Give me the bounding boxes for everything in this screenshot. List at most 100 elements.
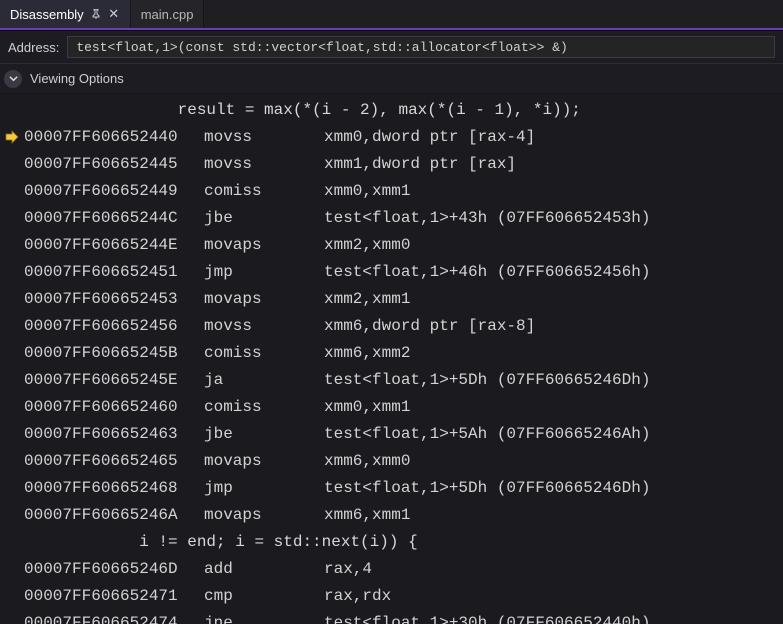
asm-mnemonic: jbe <box>204 209 324 227</box>
asm-address: 00007FF606652453 <box>24 290 204 308</box>
pin-icon[interactable] <box>90 8 102 20</box>
asm-mnemonic: jmp <box>204 263 324 281</box>
asm-mnemonic: jne <box>204 614 324 624</box>
asm-address: 00007FF60665244E <box>24 236 204 254</box>
viewing-options-toggle[interactable]: Viewing Options <box>0 64 783 94</box>
asm-text: 00007FF60665245E ja test<float,1>+5Dh (0… <box>24 371 650 389</box>
asm-address: 00007FF606652465 <box>24 452 204 470</box>
asm-line[interactable]: 00007FF60665244C jbe test<float,1>+43h (… <box>0 204 783 231</box>
asm-text: 00007FF606652465 movaps xmm6,xmm0 <box>24 452 410 470</box>
asm-line[interactable]: 00007FF606652449 comiss xmm0,xmm1 <box>0 177 783 204</box>
asm-text: 00007FF606652456 movss xmm6,dword ptr [r… <box>24 317 535 335</box>
asm-address: 00007FF606652445 <box>24 155 204 173</box>
asm-mnemonic: comiss <box>204 344 324 362</box>
asm-line[interactable]: 00007FF606652445 movss xmm1,dword ptr [r… <box>0 150 783 177</box>
asm-mnemonic: movaps <box>204 452 324 470</box>
asm-operands: xmm6,xmm2 <box>324 344 410 362</box>
asm-line[interactable]: 00007FF60665245B comiss xmm6,xmm2 <box>0 339 783 366</box>
asm-line[interactable]: 00007FF606652465 movaps xmm6,xmm0 <box>0 447 783 474</box>
asm-line[interactable]: 00007FF606652463 jbe test<float,1>+5Ah (… <box>0 420 783 447</box>
tab-strip: Disassembly ✕ main.cpp <box>0 0 783 30</box>
asm-line[interactable]: 00007FF606652474 jne test<float,1>+30h (… <box>0 609 783 624</box>
asm-operands: xmm0,xmm1 <box>324 398 410 416</box>
asm-address: 00007FF60665246D <box>24 560 204 578</box>
asm-address: 00007FF606652440 <box>24 128 204 146</box>
asm-mnemonic: movss <box>204 155 324 173</box>
source-text: i != end; i = std::next(i)) { <box>24 533 418 551</box>
asm-text: 00007FF606652468 jmp test<float,1>+5Dh (… <box>24 479 650 497</box>
asm-line[interactable]: 00007FF60665246D add rax,4 <box>0 555 783 582</box>
asm-operands: test<float,1>+5Dh (07FF60665246Dh) <box>324 479 650 497</box>
asm-line[interactable]: 00007FF606652453 movaps xmm2,xmm1 <box>0 285 783 312</box>
current-instruction-arrow-icon <box>5 130 19 144</box>
asm-operands: xmm1,dword ptr [rax] <box>324 155 516 173</box>
asm-address: 00007FF606652463 <box>24 425 204 443</box>
asm-operands: rax,rdx <box>324 587 391 605</box>
asm-text: 00007FF60665244C jbe test<float,1>+43h (… <box>24 209 650 227</box>
asm-mnemonic: movaps <box>204 236 324 254</box>
asm-text: 00007FF606652449 comiss xmm0,xmm1 <box>24 182 410 200</box>
source-line[interactable]: i != end; i = std::next(i)) { <box>0 528 783 555</box>
asm-address: 00007FF606652468 <box>24 479 204 497</box>
asm-operands: xmm2,xmm0 <box>324 236 410 254</box>
asm-address: 00007FF606652456 <box>24 317 204 335</box>
asm-operands: rax,4 <box>324 560 372 578</box>
asm-text: 00007FF606652474 jne test<float,1>+30h (… <box>24 614 650 624</box>
asm-mnemonic: ja <box>204 371 324 389</box>
asm-line[interactable]: 00007FF60665244E movaps xmm2,xmm0 <box>0 231 783 258</box>
asm-mnemonic: comiss <box>204 398 324 416</box>
address-input[interactable] <box>67 36 775 58</box>
asm-address: 00007FF606652460 <box>24 398 204 416</box>
gutter[interactable] <box>0 130 24 144</box>
asm-line[interactable]: 00007FF60665245E ja test<float,1>+5Dh (0… <box>0 366 783 393</box>
asm-text: 00007FF606652445 movss xmm1,dword ptr [r… <box>24 155 516 173</box>
source-text: result = max(*(i - 2), max(*(i - 1), *i)… <box>24 101 581 119</box>
viewing-options-label: Viewing Options <box>30 71 124 86</box>
asm-mnemonic: jmp <box>204 479 324 497</box>
asm-operands: test<float,1>+5Dh (07FF60665246Dh) <box>324 371 650 389</box>
asm-operands: test<float,1>+30h (07FF606652440h) <box>324 614 650 624</box>
asm-mnemonic: movss <box>204 317 324 335</box>
asm-address: 00007FF606652474 <box>24 614 204 624</box>
asm-mnemonic: movss <box>204 128 324 146</box>
address-bar: Address: <box>0 30 783 64</box>
address-label: Address: <box>8 40 59 55</box>
asm-line[interactable]: 00007FF606652460 comiss xmm0,xmm1 <box>0 393 783 420</box>
asm-mnemonic: comiss <box>204 182 324 200</box>
tab-title: main.cpp <box>141 7 194 22</box>
asm-line[interactable]: 00007FF606652440 movss xmm0,dword ptr [r… <box>0 123 783 150</box>
asm-line[interactable]: 00007FF60665246A movaps xmm6,xmm1 <box>0 501 783 528</box>
asm-mnemonic: movaps <box>204 290 324 308</box>
asm-address: 00007FF60665245B <box>24 344 204 362</box>
disassembly-view[interactable]: result = max(*(i - 2), max(*(i - 1), *i)… <box>0 94 783 624</box>
asm-address: 00007FF60665245E <box>24 371 204 389</box>
chevron-down-icon <box>4 70 22 88</box>
asm-text: 00007FF60665246A movaps xmm6,xmm1 <box>24 506 410 524</box>
asm-text: 00007FF606652453 movaps xmm2,xmm1 <box>24 290 410 308</box>
asm-text: 00007FF606652451 jmp test<float,1>+46h (… <box>24 263 650 281</box>
asm-address: 00007FF60665244C <box>24 209 204 227</box>
asm-mnemonic: jbe <box>204 425 324 443</box>
asm-operands: test<float,1>+46h (07FF606652456h) <box>324 263 650 281</box>
asm-text: 00007FF60665246D add rax,4 <box>24 560 372 578</box>
asm-operands: xmm6,xmm0 <box>324 452 410 470</box>
asm-line[interactable]: 00007FF606652468 jmp test<float,1>+5Dh (… <box>0 474 783 501</box>
close-icon[interactable]: ✕ <box>108 8 120 20</box>
asm-operands: xmm2,xmm1 <box>324 290 410 308</box>
asm-mnemonic: add <box>204 560 324 578</box>
asm-mnemonic: cmp <box>204 587 324 605</box>
tab-title: Disassembly <box>10 7 84 22</box>
tab-main-cpp[interactable]: main.cpp <box>131 0 205 28</box>
asm-text: 00007FF606652471 cmp rax,rdx <box>24 587 391 605</box>
source-line[interactable]: result = max(*(i - 2), max(*(i - 1), *i)… <box>0 96 783 123</box>
asm-address: 00007FF606652449 <box>24 182 204 200</box>
asm-operands: xmm0,dword ptr [rax-4] <box>324 128 535 146</box>
asm-address: 00007FF60665246A <box>24 506 204 524</box>
asm-text: 00007FF606652460 comiss xmm0,xmm1 <box>24 398 410 416</box>
tab-disassembly[interactable]: Disassembly ✕ <box>0 0 131 28</box>
asm-mnemonic: movaps <box>204 506 324 524</box>
asm-line[interactable]: 00007FF606652456 movss xmm6,dword ptr [r… <box>0 312 783 339</box>
asm-text: 00007FF60665244E movaps xmm2,xmm0 <box>24 236 410 254</box>
asm-line[interactable]: 00007FF606652471 cmp rax,rdx <box>0 582 783 609</box>
asm-line[interactable]: 00007FF606652451 jmp test<float,1>+46h (… <box>0 258 783 285</box>
